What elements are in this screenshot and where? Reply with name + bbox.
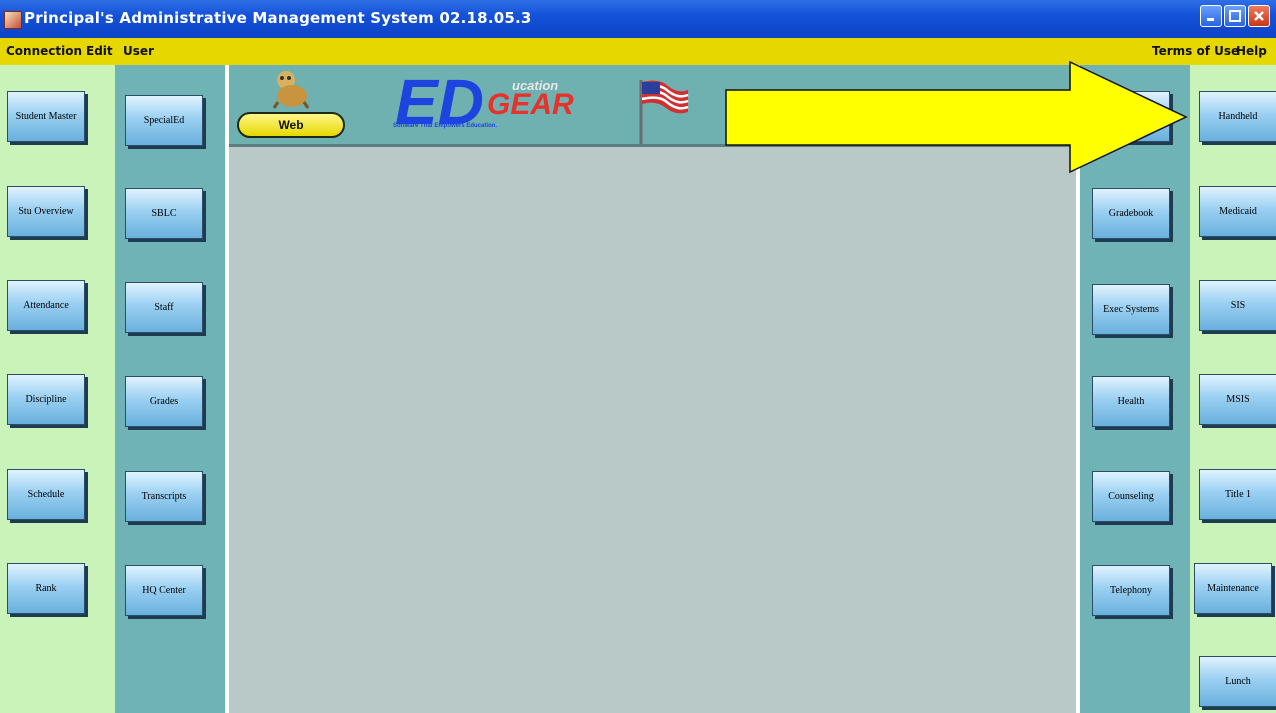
grades-button[interactable]: Grades (125, 376, 203, 427)
close-button[interactable] (1248, 5, 1270, 27)
maximize-icon (1229, 10, 1241, 22)
rank-button[interactable]: Rank (7, 563, 85, 614)
student-master-button[interactable]: Student Master (7, 91, 85, 142)
title-bar: Principal's Administrative Management Sy… (0, 0, 1276, 38)
close-icon (1254, 11, 1264, 21)
counseling-button[interactable]: Counseling (1092, 471, 1170, 522)
exec-systems-button[interactable]: Exec Systems (1092, 284, 1170, 335)
stu-overview-button[interactable]: Stu Overview (7, 186, 85, 237)
us-flag-icon (639, 80, 689, 144)
maximize-button[interactable] (1224, 5, 1246, 27)
menu-connection[interactable]: Connection (6, 44, 82, 58)
schedule-button[interactable]: Schedule (7, 469, 85, 520)
web-button[interactable]: Web (237, 112, 345, 138)
main-content-area (229, 144, 1076, 713)
logo-gear: GEAR (487, 88, 574, 121)
lunch-button[interactable]: Lunch (1199, 656, 1276, 707)
title-1-button[interactable]: Title 1 (1199, 469, 1276, 520)
discipline-button[interactable]: Discipline (7, 374, 85, 425)
attendance-button[interactable]: Attendance (7, 280, 85, 331)
health-button[interactable]: Health (1092, 376, 1170, 427)
menu-edit[interactable]: Edit (86, 44, 113, 58)
minimize-icon (1207, 18, 1214, 21)
transcripts-button[interactable]: Transcripts (125, 471, 203, 522)
hq-center-button[interactable]: HQ Center (125, 565, 203, 616)
handheld-button[interactable]: Handheld (1199, 91, 1276, 142)
menu-terms-of-use[interactable]: Terms of Use (1152, 44, 1239, 58)
window-title: Principal's Administrative Management Sy… (24, 9, 532, 27)
specialed-button[interactable]: SpecialEd (125, 95, 203, 146)
minimize-button[interactable] (1200, 5, 1222, 27)
medicaid-button[interactable]: Medicaid (1199, 186, 1276, 237)
sblc-button[interactable]: SBLC (125, 188, 203, 239)
arrow-annotation (725, 60, 1188, 174)
app-icon (4, 11, 22, 29)
menu-user[interactable]: User (123, 44, 154, 58)
telephony-button[interactable]: Telephony (1092, 565, 1170, 616)
staff-button[interactable]: Staff (125, 282, 203, 333)
menu-help[interactable]: Help (1236, 44, 1267, 58)
maintenance-button[interactable]: Maintenance (1194, 563, 1272, 614)
msis-button[interactable]: MSIS (1199, 374, 1276, 425)
gradebook-button[interactable]: Gradebook (1092, 188, 1170, 239)
logo-tagline: Software That Empowers Education. (393, 123, 498, 129)
mascot-icon (272, 71, 310, 109)
sis-button[interactable]: SIS (1199, 280, 1276, 331)
